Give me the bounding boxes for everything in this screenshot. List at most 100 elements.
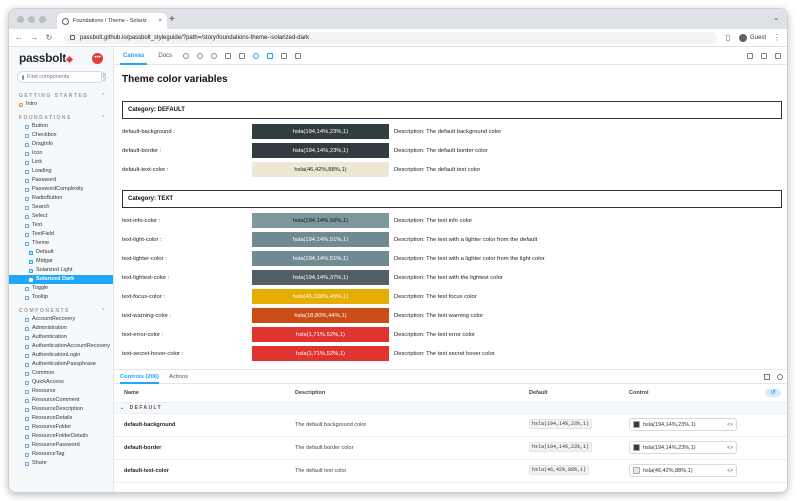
sidebar-item-authenticationaccountrecovery[interactable]: AuthenticationAccountRecovery [9, 342, 113, 351]
copy-link-icon[interactable] [775, 53, 781, 59]
measure-icon[interactable] [281, 52, 288, 59]
sidebar-item-authenticationpassphrase[interactable]: AuthenticationPassphrase [9, 360, 113, 369]
sidebar-item-administration[interactable]: Administration [9, 324, 113, 333]
sidebar-item-toggle[interactable]: Toggle [9, 284, 113, 293]
profile-button[interactable]: Guest [738, 33, 766, 42]
section-components[interactable]: COMPONENTS ⌃ [9, 307, 113, 315]
sidebar-item-resourcedescription[interactable]: ResourceDescription [9, 405, 113, 414]
sidebar-item-link[interactable]: Link [9, 158, 113, 167]
variable-name: default-border : [122, 147, 162, 154]
sidebar-item-icon[interactable]: Icon [9, 149, 113, 158]
component-search[interactable]: / [17, 71, 107, 83]
outline-icon[interactable] [295, 52, 302, 59]
format-toggle-icon[interactable]: <> [727, 468, 733, 474]
sidebar-item-button[interactable]: Button [9, 122, 113, 131]
color-picker-swatch[interactable] [633, 444, 640, 451]
sidebar-item-accountrecovery[interactable]: AccountRecovery [9, 315, 113, 324]
story-icon [29, 268, 33, 273]
more-menu-icon[interactable]: ⋮ [773, 33, 781, 42]
sidebar-item-search[interactable]: Search [9, 203, 113, 212]
reload-icon[interactable]: ↻ [45, 33, 53, 42]
reload-story-icon[interactable] [183, 52, 190, 59]
component-icon [25, 133, 29, 138]
sidebar-item-loading[interactable]: Loading [9, 167, 113, 176]
close-window-button[interactable] [17, 16, 24, 23]
url-field[interactable]: passbolt.github.io/passbolt_styleguide/?… [64, 31, 717, 44]
sidebar-item-textfield[interactable]: TextField [9, 230, 113, 239]
zoom-out-icon[interactable] [211, 52, 218, 59]
color-control-input[interactable]: hsla(194,14%,23%,1) <> [629, 418, 737, 431]
section-getting-started[interactable]: GETTING STARTED ⌃ [9, 92, 113, 100]
sidebar-item-checkbox[interactable]: Checkbox [9, 131, 113, 140]
grid-icon[interactable] [253, 52, 260, 59]
sidebar-item-label: Button [32, 123, 48, 129]
control-name: default-text-color [124, 468, 169, 474]
tab-controls[interactable]: Controls (206) [120, 370, 159, 384]
viewport-icon[interactable] [267, 52, 274, 59]
tab-docs[interactable]: Docs [155, 47, 175, 65]
component-icon [25, 196, 29, 201]
minimize-window-button[interactable] [28, 16, 35, 23]
sidebar-item-intro[interactable]: Intro [9, 100, 113, 109]
color-picker-swatch[interactable] [633, 421, 640, 428]
folder-icon [25, 461, 29, 466]
component-icon [25, 286, 29, 291]
sidebar-item-common[interactable]: Common [9, 369, 113, 378]
search-input[interactable] [27, 74, 98, 80]
sidebar-item-label: ResourceDescription [32, 406, 84, 412]
sidebar-item-text[interactable]: Text [9, 221, 113, 230]
sidebar-item-theme-midgar[interactable]: Midgar [9, 257, 113, 266]
sidebar-item-resourcetag[interactable]: ResourceTag [9, 450, 113, 459]
column-default: Default [529, 390, 548, 396]
background-icon[interactable] [239, 52, 246, 59]
sidepanel-icon[interactable]: ▯ [724, 33, 732, 42]
sidebar-item-passwordcomplexity[interactable]: PasswordComplexity [9, 185, 113, 194]
sidebar-item-resource[interactable]: Resource [9, 387, 113, 396]
fullscreen-icon[interactable] [747, 53, 753, 59]
color-control-input[interactable]: hsla(194,14%,23%,1) <> [629, 441, 737, 454]
sidebar-item-tooltip[interactable]: Tooltip [9, 293, 113, 302]
browser-tab[interactable]: Foundations / Theme - Solariz × [57, 13, 167, 29]
tab-canvas[interactable]: Canvas [120, 47, 148, 65]
sidebar-item-authentication[interactable]: Authentication [9, 333, 113, 342]
sidebar-item-theme-solarized-light[interactable]: Solarized Light [9, 266, 113, 275]
sidebar-item-share[interactable]: Share [9, 459, 113, 468]
close-tab-button[interactable]: × [158, 18, 162, 24]
sidebar-item-resourcedetails[interactable]: ResourceDetails [9, 414, 113, 423]
sidebar-item-select[interactable]: Select [9, 212, 113, 221]
color-control-input[interactable]: hsla(46,42%,88%,1) <> [629, 464, 737, 477]
sidebar-item-theme-default[interactable]: Default [9, 248, 113, 257]
section-foundations[interactable]: FOUNDATIONS ⌃ [9, 114, 113, 122]
reset-controls-button[interactable]: ↺ [765, 389, 781, 397]
sidebar-item-resourcepassword[interactable]: ResourcePassword [9, 441, 113, 450]
sidebar-item-password[interactable]: Password [9, 176, 113, 185]
forward-icon[interactable]: → [30, 33, 38, 42]
new-tab-button[interactable]: + [169, 14, 175, 25]
variable-name: text-light-color : [122, 236, 162, 243]
maximize-window-button[interactable] [39, 16, 46, 23]
format-toggle-icon[interactable]: <> [727, 445, 733, 451]
zoom-reset-icon[interactable] [225, 52, 232, 59]
tab-actions[interactable]: Actions [169, 370, 188, 384]
variable-name: text-focus-color : [122, 293, 165, 300]
sidebar-menu-button[interactable]: ••• [92, 52, 103, 64]
sidebar-item-radiobutton[interactable]: RadioButton [9, 194, 113, 203]
controls-group-default[interactable]: ⌄ DEFAULT [114, 402, 787, 414]
open-new-tab-icon[interactable] [761, 53, 767, 59]
sidebar-item-theme[interactable]: Theme [9, 239, 113, 248]
passbolt-logo[interactable]: passbolt [19, 51, 73, 65]
sidebar-item-resourcefolder[interactable]: ResourceFolder [9, 423, 113, 432]
zoom-in-icon[interactable] [197, 52, 204, 59]
close-panel-icon[interactable] [777, 374, 783, 380]
sidebar-item-resourcefolderdetails[interactable]: ResourceFolderDetails [9, 432, 113, 441]
sidebar-item-quickaccess[interactable]: QuickAccess [9, 378, 113, 387]
sidebar-item-draginfo[interactable]: DragInfo [9, 140, 113, 149]
sidebar-item-authenticationlogin[interactable]: AuthenticationLogin [9, 351, 113, 360]
sidebar-item-resourcecomment[interactable]: ResourceComment [9, 396, 113, 405]
back-icon[interactable]: ← [15, 33, 23, 42]
sidebar-item-theme-solarized-dark[interactable]: Solarized Dark [9, 275, 113, 284]
tab-search-chevron-icon[interactable]: ⌄ [773, 14, 779, 22]
panel-orientation-icon[interactable] [764, 374, 770, 380]
color-picker-swatch[interactable] [633, 467, 640, 474]
format-toggle-icon[interactable]: <> [727, 422, 733, 428]
